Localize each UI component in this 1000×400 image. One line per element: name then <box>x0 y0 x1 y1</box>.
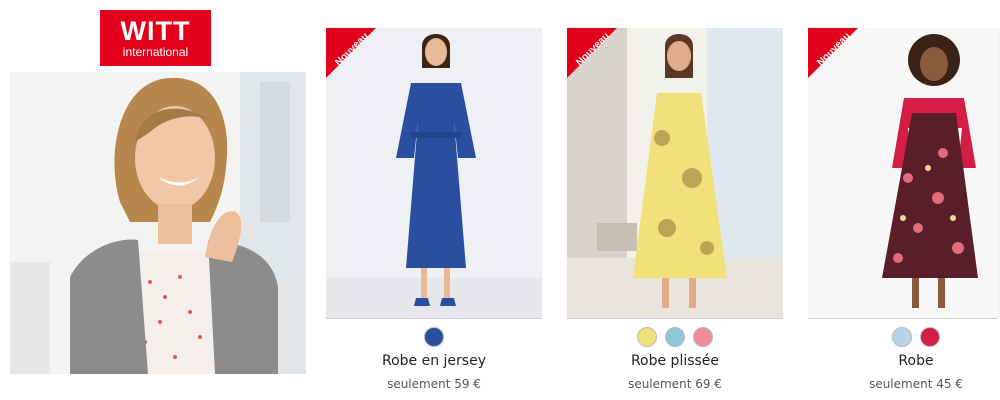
witt-logo[interactable]: WITT international <box>100 10 211 66</box>
swatch-light-blue[interactable] <box>665 327 685 347</box>
divider <box>326 318 542 319</box>
logo-subtitle: international <box>122 45 189 59</box>
product-card-image[interactable]: Nouveau <box>326 28 542 318</box>
color-swatches <box>326 327 542 349</box>
color-swatches <box>808 327 1000 349</box>
swatch-red[interactable] <box>920 327 940 347</box>
divider <box>808 318 998 319</box>
product-price: seulement 69 € <box>628 377 722 391</box>
product-name[interactable]: Robe <box>808 353 1000 373</box>
product-price: seulement 45 € <box>869 377 963 391</box>
hero-image[interactable] <box>10 72 306 374</box>
swatch-blue[interactable] <box>424 327 444 347</box>
product-name[interactable]: Robe en jersey <box>326 353 542 373</box>
product-card-image[interactable]: Nouveau <box>567 28 783 318</box>
product-name[interactable]: Robe plissée <box>567 353 783 373</box>
color-swatches <box>567 327 783 349</box>
swatch-pink[interactable] <box>693 327 713 347</box>
hero-woman-illustration <box>10 72 306 374</box>
divider <box>567 318 783 319</box>
logo-wordmark: WITT <box>120 16 191 46</box>
product-card-image[interactable]: Nouveau <box>808 28 1000 318</box>
swatch-yellow[interactable] <box>637 327 657 347</box>
product-price: seulement 59 € <box>387 377 481 391</box>
swatch-light-blue-floral[interactable] <box>892 327 912 347</box>
